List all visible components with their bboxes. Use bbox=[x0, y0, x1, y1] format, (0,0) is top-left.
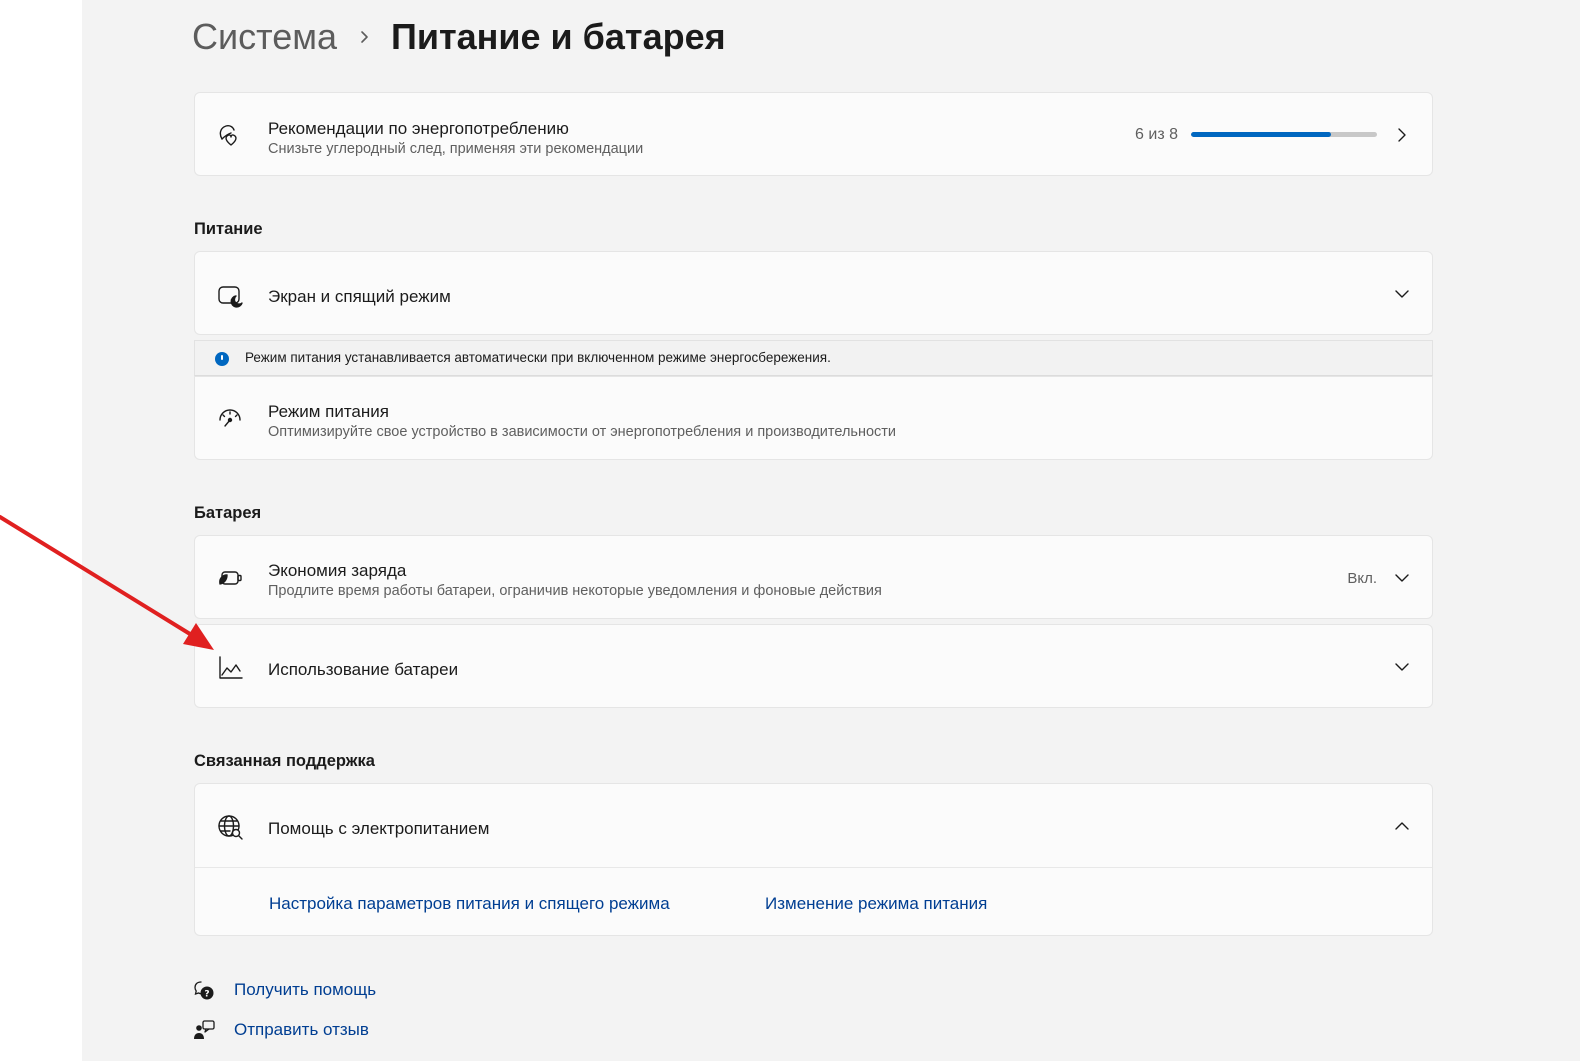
progress-label: 6 из 8 bbox=[1135, 126, 1178, 143]
battery-saver-icon bbox=[215, 563, 245, 593]
breadcrumb: Система Питание и батарея bbox=[192, 12, 726, 62]
get-help-link[interactable]: ? Получить помощь bbox=[192, 978, 376, 1002]
breadcrumb-parent-link[interactable]: Система bbox=[192, 16, 337, 58]
screen-sleep-icon bbox=[215, 281, 245, 311]
chevron-down-icon[interactable] bbox=[1394, 286, 1410, 302]
battery-usage-title: Использование батареи bbox=[268, 660, 459, 679]
chevron-right-icon bbox=[359, 30, 371, 44]
chevron-up-icon[interactable] bbox=[1394, 818, 1410, 834]
chevron-down-icon[interactable] bbox=[1394, 570, 1410, 586]
battery-saver-status: Вкл. bbox=[1347, 570, 1377, 587]
feedback-person-icon bbox=[192, 1018, 216, 1042]
chevron-right-icon bbox=[1394, 127, 1410, 143]
battery-saver-card[interactable]: Экономия заряда Продлите время работы ба… bbox=[194, 535, 1433, 619]
send-feedback-label[interactable]: Отправить отзыв bbox=[234, 1020, 369, 1040]
power-mode-info-bar: Режим питания устанавливается автоматиче… bbox=[194, 340, 1433, 376]
recommendations-title: Рекомендации по энергопотреблению bbox=[268, 119, 569, 138]
battery-saver-subtitle: Продлите время работы батареи, ограничив… bbox=[268, 583, 882, 599]
recommendations-card[interactable]: Рекомендации по энергопотреблению Снизьт… bbox=[194, 92, 1433, 176]
get-help-label[interactable]: Получить помощь bbox=[234, 980, 376, 1000]
power-mode-title: Режим питания bbox=[268, 402, 389, 421]
send-feedback-link[interactable]: Отправить отзыв bbox=[192, 1018, 369, 1042]
power-help-card: Помощь с электропитанием Настройка парам… bbox=[194, 783, 1433, 936]
section-title-support: Связанная поддержка bbox=[194, 752, 375, 770]
svg-text:?: ? bbox=[204, 990, 209, 1000]
page-title: Питание и батарея bbox=[390, 16, 726, 57]
battery-saver-title: Экономия заряда bbox=[268, 561, 407, 580]
divider bbox=[195, 867, 1432, 868]
section-title-battery: Батарея bbox=[194, 504, 262, 522]
left-nav-area bbox=[0, 0, 82, 1061]
power-mode-subtitle: Оптимизируйте свое устройство в зависимо… bbox=[268, 424, 897, 440]
speedometer-icon bbox=[215, 404, 245, 434]
power-mode-card[interactable]: Режим питания Оптимизируйте свое устройс… bbox=[194, 376, 1433, 460]
help-chat-icon: ? bbox=[192, 978, 216, 1002]
globe-search-icon bbox=[215, 812, 245, 842]
power-sleep-settings-link[interactable]: Настройка параметров питания и спящего р… bbox=[269, 894, 670, 914]
change-power-mode-link[interactable]: Изменение режима питания bbox=[765, 894, 987, 914]
info-bar-text: Режим питания устанавливается автоматиче… bbox=[245, 350, 831, 365]
power-help-title: Помощь с электропитанием bbox=[268, 819, 490, 838]
chevron-down-icon[interactable] bbox=[1394, 659, 1410, 675]
screen-sleep-title: Экран и спящий режим bbox=[268, 287, 451, 306]
info-icon bbox=[215, 352, 229, 366]
screen-sleep-card[interactable]: Экран и спящий режим bbox=[194, 251, 1433, 335]
section-title-power: Питание bbox=[194, 220, 263, 238]
recommendations-subtitle: Снизьте углеродный след, применяя эти ре… bbox=[268, 141, 644, 157]
progress-bar-fill bbox=[1191, 132, 1331, 137]
power-help-header[interactable]: Помощь с электропитанием bbox=[195, 784, 1432, 868]
battery-usage-card[interactable]: Использование батареи bbox=[194, 624, 1433, 708]
chart-line-icon bbox=[215, 653, 245, 683]
leaf-heart-icon bbox=[215, 120, 245, 150]
progress-bar bbox=[1191, 132, 1377, 137]
